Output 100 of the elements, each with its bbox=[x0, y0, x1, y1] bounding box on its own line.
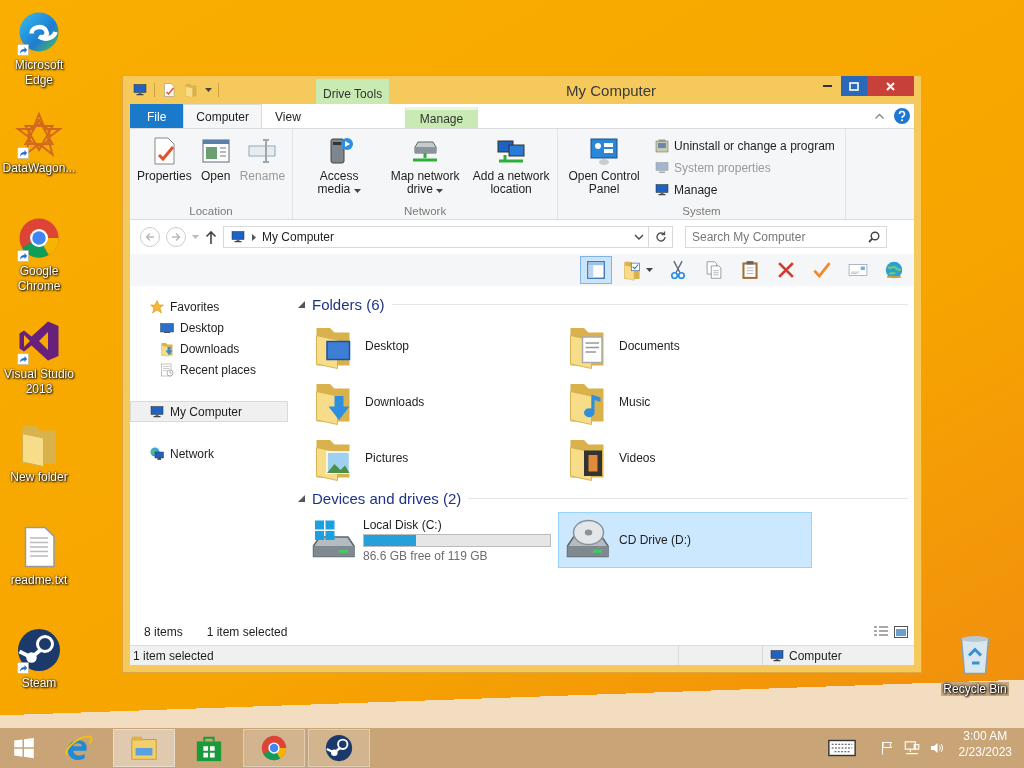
recent-places-icon bbox=[159, 361, 175, 378]
toolbar-button[interactable] bbox=[580, 256, 612, 284]
caret-icon[interactable] bbox=[646, 268, 653, 272]
group-label: System bbox=[681, 205, 722, 217]
collapse-ribbon-icon[interactable] bbox=[875, 113, 884, 119]
folder-item[interactable]: Downloads bbox=[304, 374, 558, 430]
computer-icon bbox=[230, 229, 246, 245]
triangle-icon bbox=[298, 300, 305, 308]
computer-icon bbox=[769, 647, 785, 664]
windows-logo-icon bbox=[12, 736, 36, 760]
clipboard-icon bbox=[739, 259, 761, 281]
forward-icon bbox=[171, 232, 181, 242]
drive-item[interactable]: CD Drive (D:) bbox=[558, 512, 812, 568]
ribbon-command[interactable]: Open Control Panel bbox=[562, 133, 647, 205]
ribbon-command[interactable]: Uninstall or change a program bbox=[654, 135, 835, 156]
refresh-button[interactable] bbox=[649, 226, 673, 248]
pane-layout-icon bbox=[585, 259, 607, 281]
folder-check-icon bbox=[621, 259, 643, 281]
globe-icon bbox=[883, 259, 905, 281]
ribbon-tab[interactable]: View bbox=[262, 104, 314, 128]
caret-icon[interactable] bbox=[436, 189, 444, 193]
maximize-icon bbox=[849, 81, 859, 91]
window-title: My Computer bbox=[565, 81, 658, 99]
copy-icon bbox=[703, 259, 725, 281]
piston-logo-icon[interactable] bbox=[15, 626, 63, 674]
status-location: Computer bbox=[789, 648, 842, 663]
selection-count: 1 item selected bbox=[206, 625, 288, 639]
ribbon-tab[interactable]: Computer bbox=[183, 104, 263, 128]
taskbar-button[interactable] bbox=[308, 729, 370, 767]
nav-item[interactable]: Favorites bbox=[130, 296, 288, 317]
search-icon[interactable] bbox=[868, 231, 880, 243]
status-text: 1 item selected bbox=[132, 648, 215, 663]
maximize-button[interactable] bbox=[841, 76, 867, 96]
nav-item[interactable]: Recent places bbox=[130, 359, 288, 380]
icon-label: New folder bbox=[10, 470, 68, 485]
drive-item[interactable]: Local Disk (C:) 86.6 GB free of 119 GB bbox=[304, 512, 558, 568]
icon-label: Steam bbox=[21, 676, 57, 691]
ribbon-tab[interactable]: File bbox=[130, 104, 184, 128]
network-icon[interactable] bbox=[902, 739, 921, 757]
minimize-icon bbox=[822, 85, 832, 87]
collapse-toggle[interactable] bbox=[298, 494, 305, 502]
close-button[interactable] bbox=[867, 76, 914, 96]
chevron-icon bbox=[252, 233, 256, 241]
ribbon-command[interactable]: Add a network location bbox=[469, 133, 554, 205]
control-panel-icon bbox=[588, 135, 621, 167]
close-icon bbox=[886, 81, 895, 91]
folder-item[interactable]: Desktop bbox=[304, 318, 558, 374]
ribbon-command[interactable]: Properties bbox=[134, 133, 195, 205]
folder-icon bbox=[159, 340, 175, 357]
item-count: 8 items bbox=[144, 625, 183, 639]
ribbon-command[interactable]: Access media bbox=[297, 133, 382, 205]
ribbon-command[interactable]: Manage bbox=[654, 179, 835, 200]
folder-item[interactable]: Pictures bbox=[304, 430, 558, 486]
icon-label: readme.txt bbox=[10, 573, 68, 588]
ribbon-tab[interactable]: Manage bbox=[404, 107, 479, 128]
dropdown-icon[interactable] bbox=[634, 234, 644, 240]
address-field[interactable]: My Computer bbox=[223, 226, 649, 248]
caret-icon[interactable] bbox=[353, 189, 361, 193]
computer-icon bbox=[149, 403, 165, 420]
icon-label: Recycle Bin bbox=[941, 682, 1009, 696]
program-box-icon bbox=[654, 137, 671, 154]
section-heading: Devices and drives (2) bbox=[312, 489, 462, 507]
group-label: Network bbox=[402, 205, 448, 217]
collapse-toggle[interactable] bbox=[298, 300, 305, 308]
details-view-icon[interactable] bbox=[874, 626, 888, 638]
nav-item[interactable]: Network bbox=[130, 443, 288, 464]
folder-item[interactable]: Videos bbox=[558, 430, 812, 486]
star-pattern-icon[interactable] bbox=[15, 111, 63, 159]
checkmark-icon bbox=[811, 259, 833, 281]
computer-check-icon bbox=[654, 159, 671, 176]
icon-label: Google Chrome bbox=[16, 264, 62, 294]
piston-logo-icon bbox=[324, 733, 354, 763]
icon-label: Microsoft Edge bbox=[13, 58, 65, 88]
document-check-icon[interactable] bbox=[161, 82, 177, 98]
folder-item[interactable]: Documents bbox=[558, 318, 812, 374]
section-heading: Folders (6) bbox=[312, 295, 385, 313]
help-icon[interactable] bbox=[894, 108, 910, 124]
nav-item[interactable]: Desktop bbox=[130, 317, 288, 338]
ring-logo-icon bbox=[259, 733, 289, 763]
caret-icon[interactable] bbox=[205, 88, 212, 92]
context-tab-group: Drive Tools bbox=[316, 79, 390, 104]
ribbon-command[interactable]: Open bbox=[196, 133, 235, 205]
large-icons-view-icon[interactable] bbox=[894, 626, 908, 638]
search-field[interactable]: Search My Computer bbox=[685, 226, 887, 248]
nav-item[interactable]: Downloads bbox=[130, 338, 288, 359]
ribbon-command[interactable]: Map network drive bbox=[383, 133, 468, 205]
drive-detail: 86.6 GB free of 119 GB bbox=[363, 548, 489, 563]
back-icon bbox=[145, 232, 155, 242]
network-icon bbox=[149, 445, 165, 462]
icon-label: DataWagon... bbox=[2, 161, 76, 176]
volume-icon[interactable] bbox=[928, 740, 945, 756]
nav-item[interactable]: My Computer bbox=[130, 401, 288, 422]
folder-item[interactable]: Music bbox=[558, 374, 812, 430]
star-icon bbox=[149, 298, 165, 315]
computer-icon[interactable] bbox=[132, 82, 148, 98]
icon-label: Visual Studio 2013 bbox=[3, 367, 75, 397]
up-icon[interactable] bbox=[205, 230, 217, 244]
refresh-icon bbox=[654, 231, 667, 243]
group-label: Location bbox=[188, 205, 234, 217]
e-logo-icon bbox=[64, 733, 94, 763]
